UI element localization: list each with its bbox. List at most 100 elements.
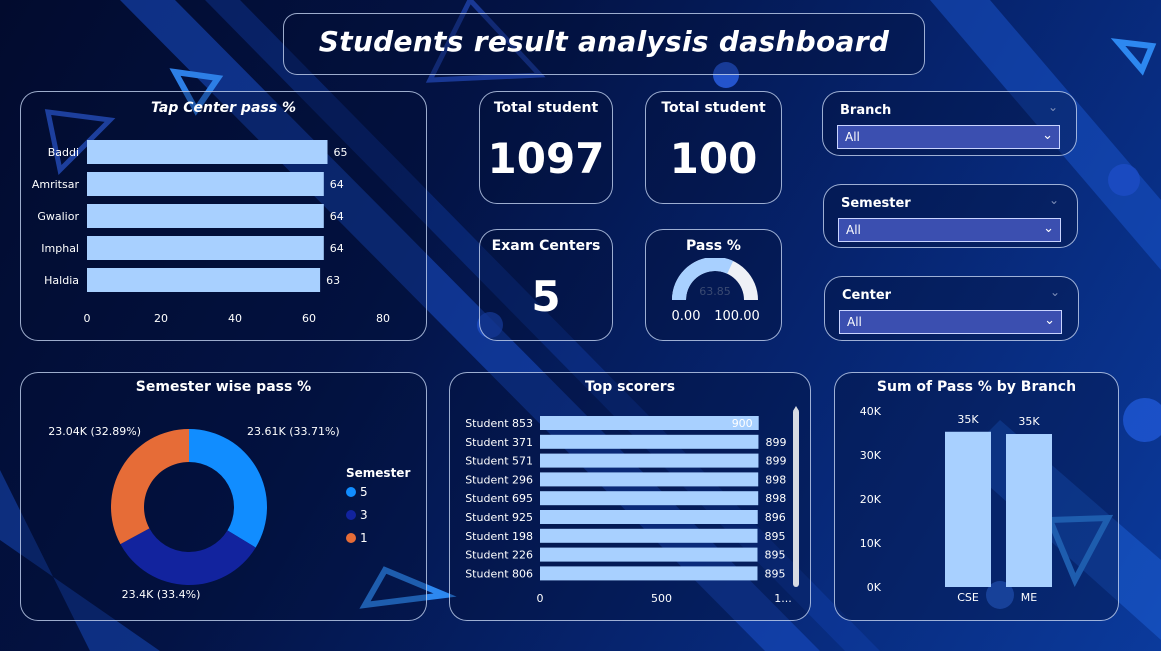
bar (540, 491, 759, 506)
bar (87, 204, 324, 228)
bar (945, 431, 991, 587)
exam-centers-card[interactable]: Exam Centers 5 (479, 229, 613, 341)
bar-value-label: 895 (764, 530, 785, 543)
x-tick-label: 0 (537, 592, 544, 605)
dashboard-title-box: Students result analysis dashboard (283, 13, 925, 75)
bar-value-label: 35K (1018, 415, 1040, 428)
exam-centers-label: Exam Centers (491, 238, 601, 254)
x-tick-label: ME (1021, 591, 1037, 604)
bar-value-label: 900 (732, 417, 753, 430)
chevron-down-icon[interactable]: ⌄ (1049, 193, 1059, 207)
total-students-label: Total student (493, 100, 599, 116)
branch-slicer[interactable]: Branch ⌄ All ⌄ (822, 91, 1077, 156)
donut-slice (110, 429, 189, 545)
bar-value-label: 895 (764, 549, 785, 562)
top-scorers-chart-card[interactable]: Top scorers Student 853 900 Student 371 899… (449, 372, 811, 621)
exam-centers-value: 5 (531, 272, 561, 321)
bar-value-label: 64 (330, 178, 344, 191)
x-tick-label: 1... (774, 592, 792, 605)
semester-donut-chart: 23.61K (33.71%) 23.4K (33.4%) 23.04K (32.8… (48, 425, 410, 601)
top-scorers-bar-chart: Student 853 900 Student 371 899 Student 571 8… (465, 406, 799, 605)
bar (540, 416, 759, 430)
legend-label: 3 (360, 508, 368, 522)
chevron-down-icon[interactable]: ⌄ (1048, 100, 1058, 114)
bar-category-label: Amritsar (32, 178, 80, 191)
gauge-min-label: 0.00 (672, 309, 701, 324)
pass-gauge-label: Pass % (686, 238, 741, 254)
gauge-value-label: 63.85 (699, 285, 731, 298)
center-slicer[interactable]: Center ⌄ All ⌄ (824, 276, 1079, 341)
center-slicer-label: Center (842, 288, 892, 303)
y-tick-label: 40K (860, 405, 882, 418)
chevron-down-icon: ⌄ (1044, 313, 1055, 328)
bar-category-label: Gwalior (37, 210, 79, 223)
branch-column-chart: 0K 10K 20K 30K 40K 35K CSE 35K ME (860, 405, 1052, 604)
legend-marker (346, 533, 356, 543)
bar (540, 510, 758, 524)
legend-marker (346, 510, 356, 520)
total-students-card-2[interactable]: Total student 100 (645, 91, 782, 204)
bar (540, 528, 758, 543)
tap-center-chart-card[interactable]: Tap Center pass % Baddi 65 Amritsar 64 Gwali… (20, 91, 427, 341)
semester-pass-chart-card[interactable]: Semester wise pass % 23.61K (33.71%) 23.4… (20, 372, 427, 621)
total-students-2-label: Total student (661, 100, 766, 116)
bar (540, 434, 759, 449)
bar-value-label: 896 (765, 511, 786, 524)
bar-value-label: 899 (765, 455, 786, 468)
x-tick-label: CSE (957, 591, 979, 604)
chevron-down-icon[interactable]: ⌄ (1050, 285, 1060, 299)
gauge-max-label: 100.00 (714, 309, 760, 324)
bar (540, 453, 759, 468)
bar (1006, 434, 1052, 587)
x-tick-label: 40 (228, 312, 242, 325)
branch-dropdown[interactable]: All ⌄ (837, 125, 1060, 149)
semester-slicer[interactable]: Semester ⌄ All ⌄ (823, 184, 1078, 248)
pass-gauge: 63.85 0.00 100.00 (672, 258, 760, 324)
y-tick-label: 20K (860, 493, 882, 506)
semester-dropdown[interactable]: All ⌄ (838, 218, 1061, 242)
bar-category-label: Haldia (44, 274, 79, 287)
semester-slicer-label: Semester (841, 196, 911, 211)
total-students-value: 1097 (487, 134, 605, 183)
bar (540, 566, 758, 581)
center-selected-value: All (847, 315, 862, 329)
bar-value-label: 65 (334, 146, 348, 159)
x-tick-label: 0 (84, 312, 91, 325)
bar-value-label: 64 (330, 242, 344, 255)
total-students-2-value: 100 (669, 134, 758, 183)
bg-dot (1108, 164, 1140, 196)
x-tick-label: 60 (302, 312, 316, 325)
branch-slicer-label: Branch (840, 103, 892, 118)
bar-value-label: 895 (764, 567, 785, 580)
slice-data-label: 23.61K (33.71%) (247, 425, 340, 438)
legend-label: 1 (360, 531, 368, 545)
legend-title: Semester (346, 466, 410, 480)
center-dropdown[interactable]: All ⌄ (839, 310, 1062, 334)
bar (87, 268, 321, 292)
bar-category-label: Student 853 (465, 417, 533, 430)
bar (87, 140, 328, 164)
scroll-up-icon (793, 406, 799, 411)
chevron-down-icon: ⌄ (1042, 128, 1053, 143)
scrollbar[interactable] (793, 409, 799, 587)
pass-gauge-card[interactable]: Pass % 63.85 0.00 100.00 (645, 229, 782, 341)
bar (87, 172, 324, 196)
bar (540, 472, 759, 487)
bar-value-label: 898 (765, 492, 786, 505)
bar-category-label: Student 806 (465, 567, 533, 580)
bg-triangle (1110, 38, 1157, 76)
bar (540, 547, 758, 562)
branch-pass-chart-card[interactable]: Sum of Pass % by Branch 0K 10K 20K 30K 40K 35… (834, 372, 1119, 621)
bar-category-label: Baddi (48, 146, 79, 159)
legend-label: 5 (360, 485, 368, 499)
dashboard-title: Students result analysis dashboard (318, 25, 890, 58)
bar-value-label: 35K (957, 413, 979, 426)
total-students-card[interactable]: Total student 1097 (479, 91, 613, 204)
bar-category-label: Student 695 (465, 492, 533, 505)
bar-value-label: 63 (326, 274, 340, 287)
tap-center-bar-chart: Baddi 65 Amritsar 64 Gwalior 64 Imphal 64 Haldia… (32, 140, 390, 325)
bar-category-label: Student 198 (465, 530, 533, 543)
branch-selected-value: All (845, 130, 860, 144)
donut-slice (120, 528, 256, 585)
legend-marker (346, 487, 356, 497)
